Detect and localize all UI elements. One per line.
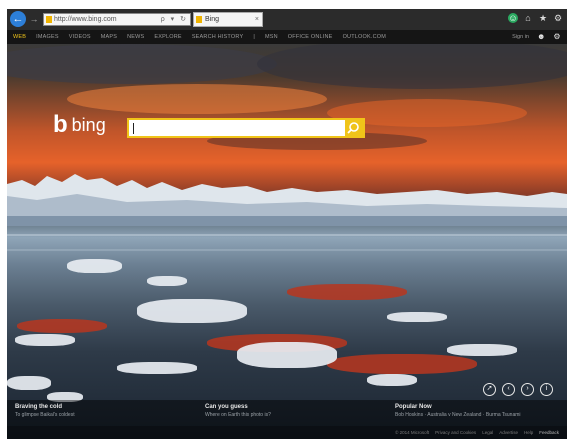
- previous-icon[interactable]: ‹: [502, 383, 515, 396]
- back-button[interactable]: ←: [10, 11, 26, 27]
- smiley-icon[interactable]: ☺: [508, 13, 518, 23]
- browser-window: ← → http://www.bing.com ρ ▾ ↻ Bing × ☺ ⌂…: [7, 9, 567, 439]
- ice-floe: [237, 342, 337, 368]
- story-desc: Where on Earth this photo is?: [205, 412, 271, 418]
- home-icon[interactable]: ⌂: [523, 13, 533, 23]
- address-bar[interactable]: http://www.bing.com ρ ▾ ↻: [43, 13, 191, 26]
- forward-button[interactable]: →: [29, 14, 39, 24]
- address-tools[interactable]: ρ ▾ ↻: [161, 14, 188, 25]
- ice-floe: [367, 374, 417, 386]
- dark-cloud: [257, 44, 567, 89]
- red-reflection: [287, 284, 407, 300]
- gear-icon[interactable]: ⚙: [553, 13, 563, 23]
- browser-toolbar: ← → http://www.bing.com ρ ▾ ↻ Bing × ☺ ⌂…: [7, 9, 567, 30]
- tab-close-icon[interactable]: ×: [255, 13, 259, 26]
- ice-floe: [387, 312, 447, 322]
- compass-icon[interactable]: ➚: [483, 383, 496, 396]
- story-desc: To glimpse Baikal's coldest: [15, 412, 75, 418]
- text-cursor: [133, 123, 134, 134]
- story-title: Popular Now: [395, 404, 432, 410]
- nav-item-msn[interactable]: MSN: [265, 30, 278, 44]
- nav-item-web[interactable]: WEB: [13, 30, 26, 44]
- settings-gear-icon[interactable]: ⚙: [553, 33, 561, 41]
- nav-item-search-history[interactable]: SEARCH HISTORY: [192, 30, 244, 44]
- search-icon: [347, 122, 359, 134]
- ice-floe: [137, 299, 247, 323]
- hero-controls: ➚ ‹ › i: [483, 383, 553, 396]
- tab-favicon-icon: [196, 16, 202, 23]
- dark-cloud: [7, 44, 277, 84]
- ice-floe: [447, 344, 517, 356]
- footer-link[interactable]: Advertise: [499, 426, 518, 439]
- star-icon[interactable]: ★: [538, 13, 548, 23]
- nav-item-office-online[interactable]: OFFICE ONLINE: [288, 30, 333, 44]
- bing-top-nav: WEB IMAGES VIDEOS MAPS NEWS EXPLORE SEARCH HIS…: [7, 30, 567, 44]
- next-icon[interactable]: ›: [521, 383, 534, 396]
- nav-item--: |: [253, 34, 255, 40]
- footer-bar: © 2014 Microsoft Privacy and Cookies Legal…: [7, 426, 567, 439]
- footer-link[interactable]: Feedback: [539, 426, 559, 439]
- nav-item-videos[interactable]: VIDEOS: [69, 30, 91, 44]
- ice-floe: [15, 334, 75, 346]
- hero-background: b bing ➚ ‹ › i Braving the cold To glimp…: [7, 44, 567, 439]
- bing-logo-mark-icon: b: [53, 111, 68, 138]
- search-box[interactable]: [127, 118, 365, 138]
- sign-in-link[interactable]: Sign in: [512, 34, 529, 40]
- ice-floe: [7, 376, 51, 390]
- red-reflection: [327, 354, 477, 374]
- bing-logo-text: bing: [71, 115, 106, 135]
- story-title: Braving the cold: [15, 404, 63, 410]
- footer-link[interactable]: Legal: [482, 426, 493, 439]
- nav-item-outlook-com[interactable]: OUTLOOK.COM: [343, 30, 386, 44]
- nav-item-images[interactable]: IMAGES: [36, 30, 59, 44]
- ice-floe: [147, 276, 187, 286]
- footer-link[interactable]: Privacy and Cookies: [435, 426, 476, 439]
- water-reflection: [7, 249, 567, 251]
- address-url: http://www.bing.com: [54, 16, 117, 23]
- ice-floe: [67, 259, 122, 273]
- bing-logo[interactable]: b bing: [53, 111, 106, 138]
- tab-bing[interactable]: Bing ×: [193, 12, 263, 27]
- story-item[interactable]: Popular Now Bob Hoskins · Australia v Ne…: [395, 403, 521, 419]
- footer-link[interactable]: Help: [524, 426, 533, 439]
- person-icon[interactable]: ☻: [537, 33, 545, 41]
- site-favicon-icon: [46, 16, 52, 23]
- info-icon[interactable]: i: [540, 383, 553, 396]
- story-item[interactable]: Can you guess Where on Earth this photo …: [205, 403, 271, 419]
- nav-item-news[interactable]: NEWS: [127, 30, 144, 44]
- story-item[interactable]: Braving the cold To glimpse Baikal's col…: [15, 403, 75, 419]
- glacier-wall: [7, 174, 567, 226]
- footer-link[interactable]: © 2014 Microsoft: [395, 426, 429, 439]
- orange-cloud: [67, 84, 327, 114]
- nav-item-explore[interactable]: EXPLORE: [154, 30, 181, 44]
- red-reflection: [17, 319, 107, 333]
- search-input[interactable]: [131, 121, 345, 137]
- story-panel: Braving the cold To glimpse Baikal's col…: [7, 400, 567, 426]
- search-button[interactable]: [345, 118, 365, 138]
- ice-floe: [117, 362, 197, 374]
- tab-title: Bing: [205, 16, 220, 23]
- story-title: Can you guess: [205, 404, 248, 410]
- nav-item-maps[interactable]: MAPS: [101, 30, 117, 44]
- water-reflection: [7, 234, 567, 236]
- story-desc: Bob Hoskins · Australia v New Zealand · …: [395, 412, 521, 418]
